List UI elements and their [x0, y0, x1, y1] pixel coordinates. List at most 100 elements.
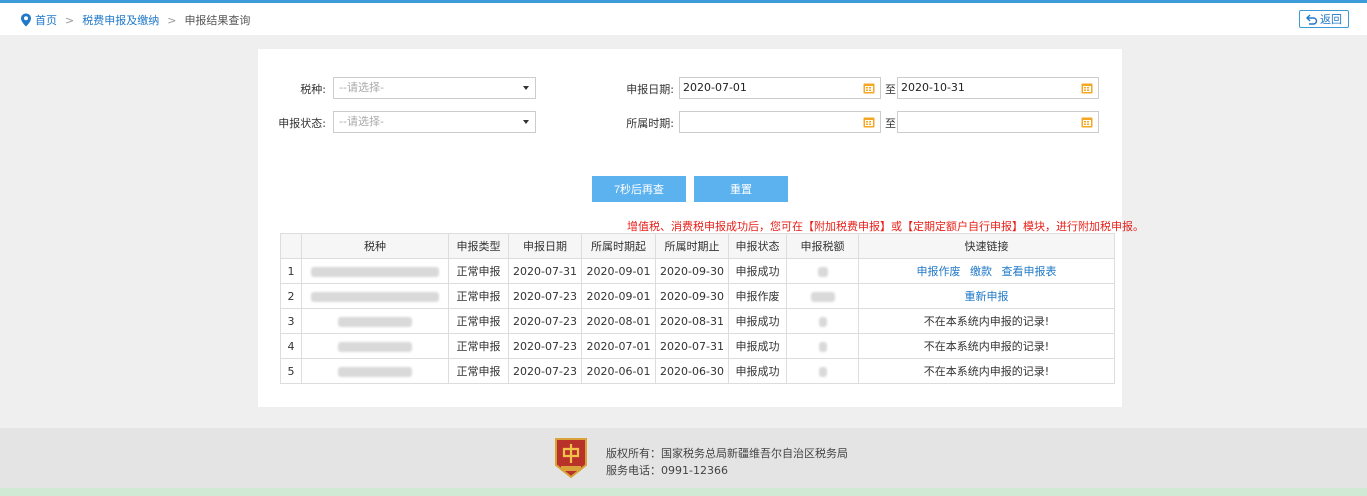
- period-to-cell: 2020-09-30: [655, 283, 729, 309]
- top-bar: 首页 > 税费申报及缴纳 > 申报结果查询 返回: [0, 3, 1367, 35]
- redacted-amount: [817, 266, 828, 277]
- col-header-declare-date: 申报日期: [508, 233, 582, 259]
- declare-type-cell: 正常申报: [448, 308, 509, 334]
- period-from-cell: 2020-08-01: [581, 308, 656, 334]
- period-from-cell: 2020-09-01: [581, 258, 656, 284]
- tax-type-cell: [301, 308, 449, 334]
- caret-down-icon: [523, 120, 529, 124]
- col-header-period-from: 所属时期起: [581, 233, 656, 259]
- declare-type-cell: 正常申报: [448, 358, 509, 384]
- notice-text: 增值税、消费税申报成功后，您可在【附加税费申报】或【定期定额户自行申报】模块，进…: [627, 220, 1144, 233]
- declare-type-cell: 正常申报: [448, 283, 509, 309]
- service-phone-text: 服务电话：0991-12366: [606, 464, 728, 477]
- query-button[interactable]: 7秒后再查: [592, 176, 686, 202]
- declare-type-cell: 正常申报: [448, 333, 509, 359]
- col-header-index: [280, 233, 302, 259]
- redacted-tax-type: [338, 316, 412, 327]
- declare-date-cell: 2020-07-23: [508, 308, 582, 334]
- tax-type-cell: [301, 358, 449, 384]
- redacted-tax-type: [338, 366, 412, 377]
- row-index: 3: [280, 308, 302, 334]
- amount-cell: [786, 308, 859, 334]
- calendar-icon[interactable]: [1081, 116, 1093, 128]
- period-to-cell: 2020-07-31: [655, 333, 729, 359]
- status-label: 申报状态:: [278, 117, 326, 130]
- tax-type-select[interactable]: --请选择-: [333, 77, 536, 99]
- amount-cell: [786, 333, 859, 359]
- amount-cell: [786, 258, 859, 284]
- calendar-icon[interactable]: [863, 82, 875, 94]
- redacted-tax-type: [338, 341, 412, 352]
- quick-links-cell: 重新申报: [858, 283, 1115, 309]
- breadcrumb-separator: >: [167, 13, 177, 27]
- void-declaration-link[interactable]: 申报作废: [917, 265, 961, 278]
- status-cell: 申报成功: [728, 358, 787, 384]
- reset-button[interactable]: 重置: [694, 176, 788, 202]
- tax-type-cell: [301, 258, 449, 284]
- declare-date-to-value: 2020-10-31: [901, 81, 965, 94]
- period-range-separator: 至: [885, 117, 896, 130]
- period-from-cell: 2020-09-01: [581, 283, 656, 309]
- declare-date-cell: 2020-07-23: [508, 358, 582, 384]
- declare-date-to-input[interactable]: 2020-10-31: [897, 77, 1099, 99]
- period-from-input[interactable]: [679, 111, 881, 133]
- period-to-cell: 2020-06-30: [655, 358, 729, 384]
- back-button-label: 返回: [1320, 13, 1342, 26]
- status-cell: 申报成功: [728, 308, 787, 334]
- declare-date-from-input[interactable]: 2020-07-01: [679, 77, 881, 99]
- table-row: 2 正常申报 2020-07-23 2020-09-01 2020-09-30 …: [280, 283, 1115, 309]
- results-table: 税种 申报类型 申报日期 所属时期起 所属时期止 申报状态 申报税额 快速链接 …: [280, 233, 1115, 384]
- tax-type-cell: [301, 283, 449, 309]
- back-button[interactable]: 返回: [1299, 10, 1349, 28]
- breadcrumb-current: 申报结果查询: [184, 14, 251, 27]
- table-row: 4 正常申报 2020-07-23 2020-07-01 2020-07-31 …: [280, 333, 1115, 359]
- status-select[interactable]: --请选择-: [333, 111, 536, 133]
- calendar-icon[interactable]: [1081, 82, 1093, 94]
- location-pin-icon: [21, 13, 31, 27]
- declare-date-label: 申报日期:: [626, 83, 674, 96]
- view-declaration-link[interactable]: 查看申报表: [1002, 265, 1057, 278]
- row-index: 1: [280, 258, 302, 284]
- table-row: 3 正常申报 2020-07-23 2020-08-01 2020-08-31 …: [280, 308, 1115, 334]
- period-to-input[interactable]: [897, 111, 1099, 133]
- quick-links-cell: 不在本系统内申报的记录!: [858, 308, 1115, 334]
- amount-cell: [786, 283, 859, 309]
- redacted-amount: [818, 341, 827, 352]
- amount-cell: [786, 358, 859, 384]
- period-to-cell: 2020-08-31: [655, 308, 729, 334]
- status-cell: 申报成功: [728, 258, 787, 284]
- redacted-amount: [818, 316, 827, 327]
- breadcrumb-section-link[interactable]: 税费申报及缴纳: [82, 12, 159, 28]
- col-header-status: 申报状态: [728, 233, 787, 259]
- pay-link[interactable]: 缴款: [970, 265, 992, 278]
- col-header-amount: 申报税额: [786, 233, 859, 259]
- calendar-icon[interactable]: [863, 116, 875, 128]
- breadcrumb-home-link[interactable]: 首页: [35, 12, 57, 28]
- row-index: 4: [280, 333, 302, 359]
- quick-links-cell: 不在本系统内申报的记录!: [858, 358, 1115, 384]
- table-header-row: 税种 申报类型 申报日期 所属时期起 所属时期止 申报状态 申报税额 快速链接: [280, 233, 1115, 259]
- bottom-accent-line: [0, 488, 1367, 496]
- quick-links-cell: 申报作废 缴款 查看申报表: [858, 258, 1115, 284]
- period-from-cell: 2020-07-01: [581, 333, 656, 359]
- status-cell: 申报作废: [728, 283, 787, 309]
- tax-type-cell: [301, 333, 449, 359]
- breadcrumb-separator: >: [65, 13, 75, 27]
- period-from-cell: 2020-06-01: [581, 358, 656, 384]
- table-row: 1 正常申报 2020-07-31 2020-09-01 2020-09-30 …: [280, 258, 1115, 284]
- status-select-value: --请选择-: [339, 115, 384, 128]
- redeclare-link[interactable]: 重新申报: [965, 290, 1009, 303]
- tax-type-label: 税种:: [300, 83, 326, 96]
- breadcrumb: 首页 > 税费申报及缴纳 > 申报结果查询: [20, 12, 250, 28]
- col-header-period-to: 所属时期止: [655, 233, 729, 259]
- declare-date-cell: 2020-07-31: [508, 258, 582, 284]
- redacted-tax-type: [311, 266, 439, 277]
- declare-date-cell: 2020-07-23: [508, 283, 582, 309]
- copyright-text: 版权所有：国家税务总局新疆维吾尔自治区税务局: [606, 447, 848, 460]
- col-header-declare-type: 申报类型: [448, 233, 509, 259]
- declare-type-cell: 正常申报: [448, 258, 509, 284]
- row-index: 2: [280, 283, 302, 309]
- caret-down-icon: [523, 86, 529, 90]
- quick-links-cell: 不在本系统内申报的记录!: [858, 333, 1115, 359]
- status-cell: 申报成功: [728, 333, 787, 359]
